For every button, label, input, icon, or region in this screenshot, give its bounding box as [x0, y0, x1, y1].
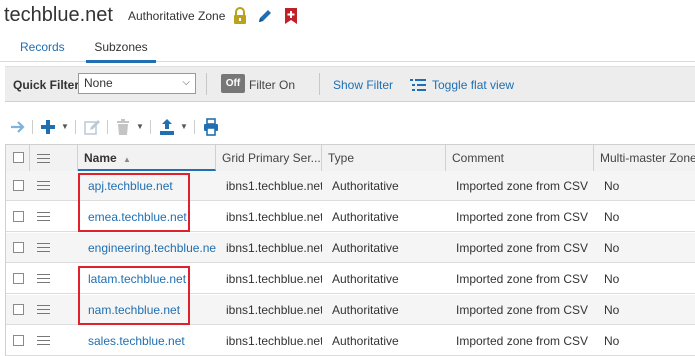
sort-asc-icon: ▲	[123, 155, 131, 164]
divider	[75, 120, 76, 134]
multimaster-cell: No	[604, 303, 620, 317]
grid-primary-server-cell: ibns1.techblue.net	[226, 179, 322, 193]
quick-filter-label: Quick Filter	[13, 78, 80, 92]
divider	[319, 73, 320, 95]
type-cell: Authoritative	[332, 272, 399, 286]
type-cell: Authoritative	[332, 303, 399, 317]
quick-filter-bar: Quick Filter None ⌵ Off Filter On Show F…	[5, 66, 695, 102]
menu-icon[interactable]	[37, 212, 50, 221]
row-checkbox[interactable]	[13, 273, 24, 284]
menu-icon[interactable]	[37, 181, 50, 190]
grid-header: Name ▲ Grid Primary Ser... Type Comment …	[6, 144, 695, 172]
filter-on-label: Filter On	[249, 78, 296, 92]
multimaster-cell: No	[604, 210, 620, 224]
column-header-name-label: Name	[84, 151, 117, 165]
chevron-down-icon[interactable]: ▼	[180, 122, 188, 131]
menu-icon[interactable]	[37, 243, 50, 252]
column-header-multimaster[interactable]: Multi-master Zone	[594, 145, 695, 171]
comment-cell: Imported zone from CSV	[456, 272, 589, 286]
grid-primary-server-cell: ibns1.techblue.net	[226, 210, 322, 224]
tab-bar: Records Subzones	[0, 34, 695, 63]
add-icon[interactable]	[40, 118, 56, 136]
zone-name-link[interactable]: engineering.techblue.net	[88, 233, 216, 263]
multimaster-cell: No	[604, 179, 620, 193]
divider	[150, 120, 151, 134]
highlight-box	[78, 173, 190, 232]
comment-cell: Imported zone from CSV	[456, 334, 589, 348]
highlight-box	[78, 266, 190, 325]
grid-primary-server-cell: ibns1.techblue.net	[226, 241, 322, 255]
multimaster-cell: No	[604, 334, 620, 348]
column-menu-cell	[30, 145, 78, 171]
show-filter-link[interactable]: Show Filter	[333, 78, 393, 92]
tab-subzones[interactable]: Subzones	[86, 40, 156, 63]
grid-primary-server-cell: ibns1.techblue.net	[226, 334, 322, 348]
row-checkbox[interactable]	[13, 242, 24, 253]
column-header-comment[interactable]: Comment	[446, 145, 594, 171]
grid-primary-server-cell: ibns1.techblue.net	[226, 272, 322, 286]
menu-icon[interactable]	[37, 305, 50, 314]
comment-cell: Imported zone from CSV	[456, 179, 589, 193]
type-cell: Authoritative	[332, 210, 399, 224]
divider	[206, 73, 207, 95]
tab-records[interactable]: Records	[20, 40, 65, 60]
flat-view-icon[interactable]	[410, 78, 426, 97]
select-all-checkbox[interactable]	[13, 152, 24, 163]
multimaster-cell: No	[604, 241, 620, 255]
page-header: techblue.net Authoritative Zone	[0, 0, 695, 34]
divider	[194, 120, 195, 134]
comment-cell: Imported zone from CSV	[456, 241, 589, 255]
chevron-down-icon: ⌵	[182, 77, 190, 88]
print-icon[interactable]	[203, 118, 219, 136]
bookmark-plus-icon[interactable]	[284, 7, 300, 25]
quick-filter-value: None	[84, 76, 113, 90]
type-cell: Authoritative	[332, 334, 399, 348]
action-toolbar: ▼ ▼ ▼	[0, 112, 695, 142]
delete-icon[interactable]	[116, 118, 130, 136]
comment-cell: Imported zone from CSV	[456, 303, 589, 317]
arrow-right-icon[interactable]	[10, 118, 26, 136]
menu-icon[interactable]	[37, 154, 50, 163]
lock-icon[interactable]	[232, 7, 248, 25]
edit-icon[interactable]	[84, 118, 100, 136]
column-header-type[interactable]: Type	[322, 145, 446, 171]
type-cell: Authoritative	[332, 179, 399, 193]
grid-primary-server-cell: ibns1.techblue.net	[226, 303, 322, 317]
row-checkbox[interactable]	[13, 335, 24, 346]
column-header-name[interactable]: Name ▲	[78, 145, 216, 171]
pencil-icon[interactable]	[257, 7, 273, 25]
filter-toggle[interactable]: Off	[221, 74, 245, 93]
chevron-down-icon[interactable]: ▼	[61, 122, 69, 131]
comment-cell: Imported zone from CSV	[456, 210, 589, 224]
select-all-cell	[6, 145, 30, 171]
page-title: techblue.net	[4, 4, 113, 26]
toggle-flat-view-link[interactable]: Toggle flat view	[432, 78, 514, 92]
row-checkbox[interactable]	[13, 304, 24, 315]
divider	[107, 120, 108, 134]
subzones-grid: Name ▲ Grid Primary Ser... Type Comment …	[5, 144, 695, 356]
row-checkbox[interactable]	[13, 211, 24, 222]
menu-icon[interactable]	[37, 274, 50, 283]
type-cell: Authoritative	[332, 241, 399, 255]
zone-type-label: Authoritative Zone	[128, 9, 226, 23]
table-row[interactable]: engineering.techblue.net ibns1.techblue.n…	[6, 233, 695, 263]
menu-icon[interactable]	[37, 336, 50, 345]
quick-filter-select[interactable]: None ⌵	[78, 73, 196, 94]
row-checkbox[interactable]	[13, 180, 24, 191]
chevron-down-icon[interactable]: ▼	[136, 122, 144, 131]
column-header-grid-primary[interactable]: Grid Primary Ser...	[216, 145, 322, 171]
multimaster-cell: No	[604, 272, 620, 286]
export-icon[interactable]	[159, 118, 175, 136]
zone-name-link[interactable]: sales.techblue.net	[88, 326, 216, 356]
divider	[32, 120, 33, 134]
table-row[interactable]: sales.techblue.net ibns1.techblue.net Auth…	[6, 326, 695, 356]
